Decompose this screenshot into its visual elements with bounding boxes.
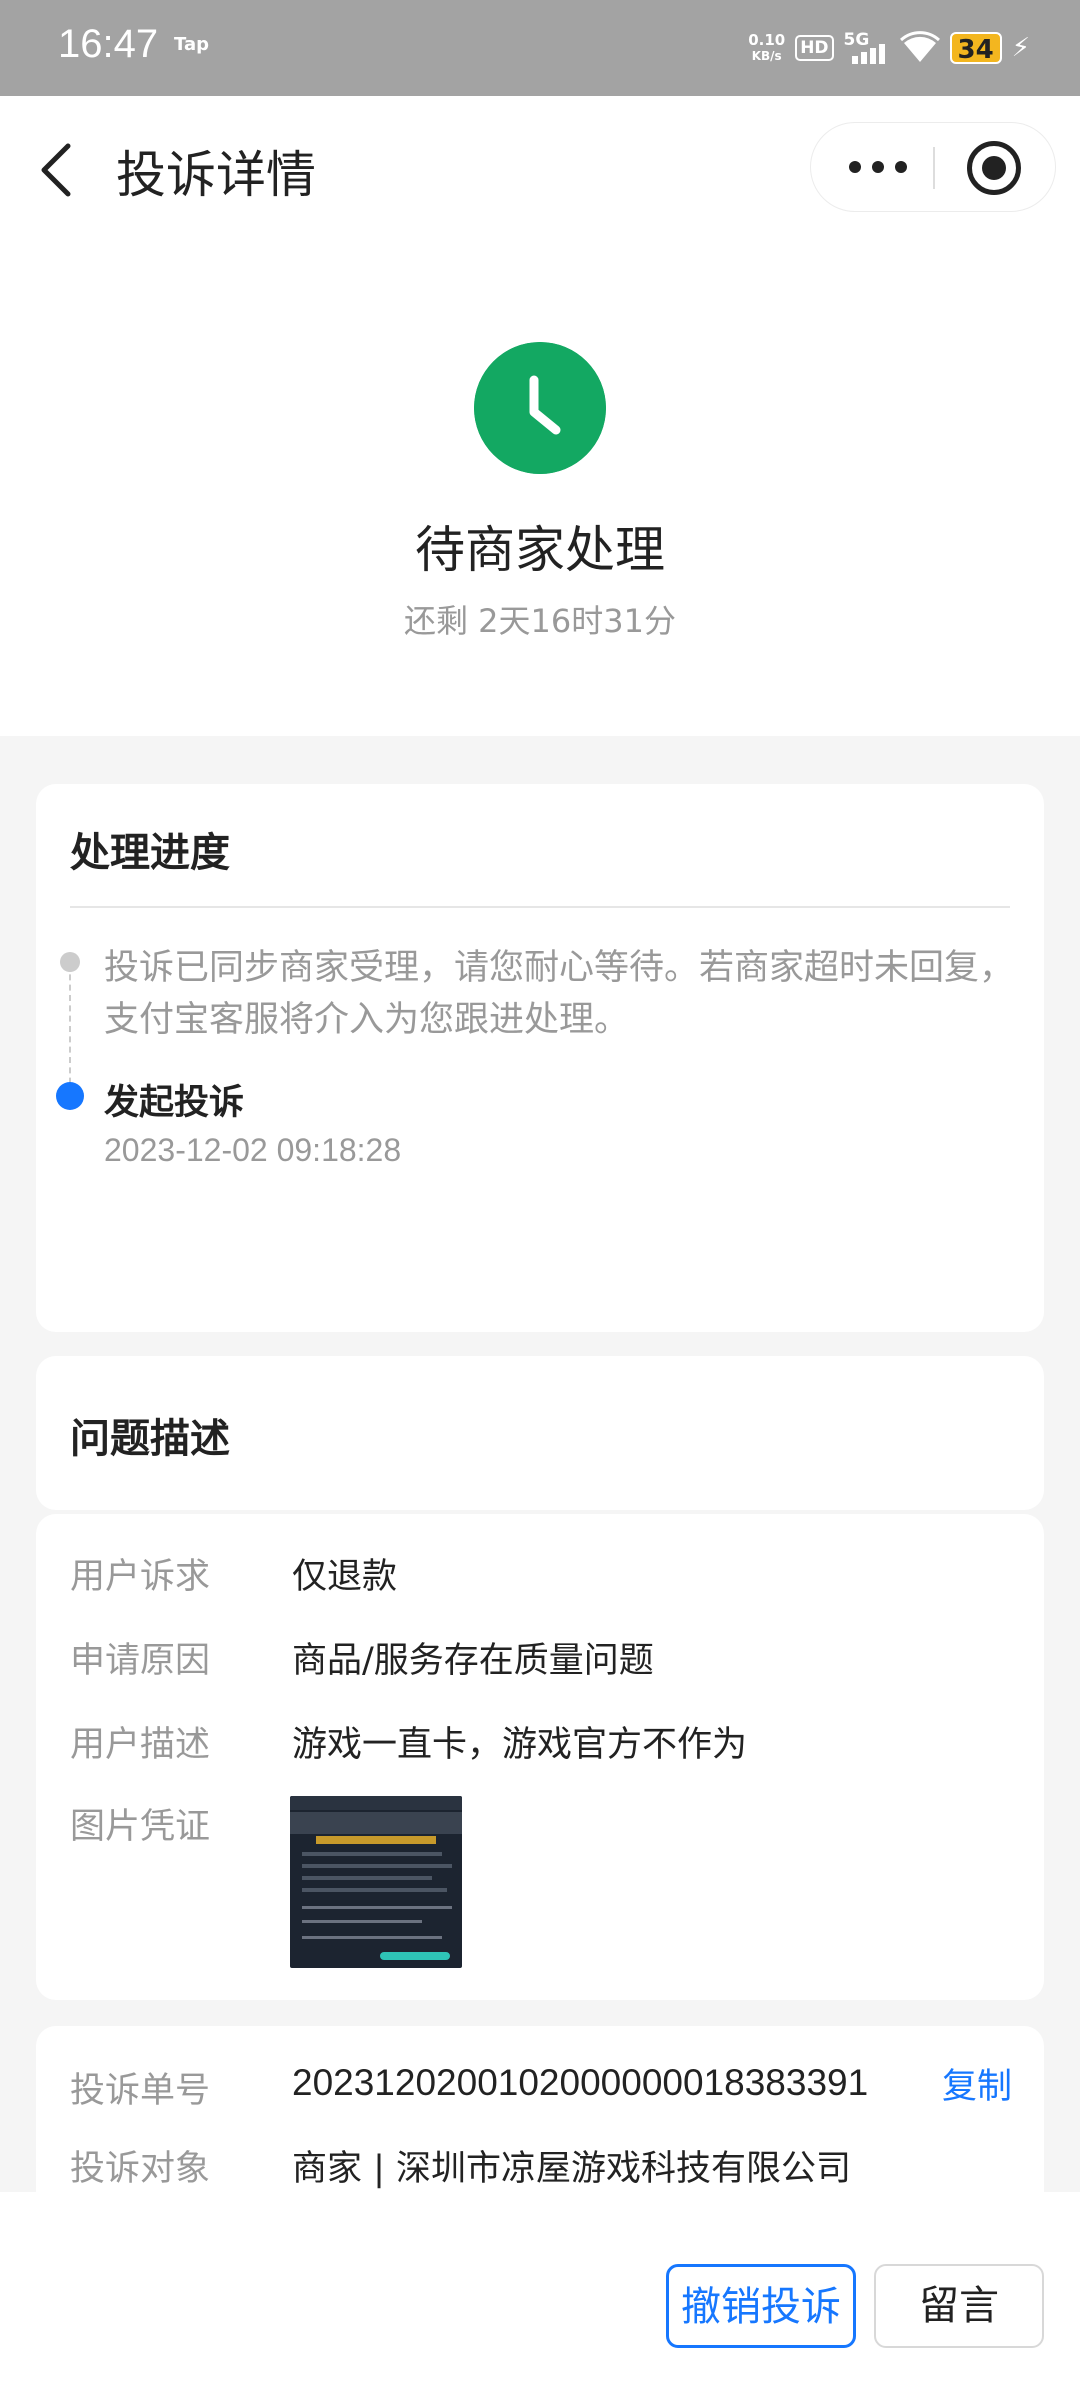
battery-icon: 34	[949, 32, 1002, 65]
page-title: 投诉详情	[116, 146, 316, 204]
charging-icon: ⚡	[1011, 33, 1030, 63]
chevron-left-icon[interactable]	[36, 142, 76, 198]
timeline-dot-active	[56, 1082, 84, 1110]
complaint-target: 商家 | 深圳市凉屋游戏科技有限公司	[292, 2149, 852, 2189]
row-value: 游戏一直卡，游戏官方不作为	[292, 1725, 748, 1765]
carrier-badge: Tap	[174, 34, 209, 55]
timeline-dot-pending	[60, 952, 80, 972]
description-title: 问题描述	[70, 1416, 230, 1462]
timeline-line	[69, 964, 71, 1094]
row-label: 投诉对象	[70, 2149, 211, 2189]
target-circle-icon[interactable]	[967, 141, 1021, 195]
net-speed: 0.10 KB/s	[748, 31, 786, 63]
timeline-message: 投诉已同步商家受理，请您耐心等待。若商家超时未回复，支付宝客服将介入为您跟进处理…	[104, 948, 1015, 1040]
status-bar: 16:47 Tap 0.10 KB/s HD 5G 34 ⚡	[0, 0, 1080, 96]
hd-icon: HD	[795, 35, 834, 61]
mini-program-capsule	[810, 122, 1056, 212]
remaining-time: 还剩 2天16时31分	[404, 602, 676, 640]
capsule-divider	[933, 147, 935, 189]
status-time: 16:47	[58, 22, 159, 66]
copy-button[interactable]: 复制	[942, 2058, 1012, 2109]
row-label: 用户描述	[70, 1725, 211, 1765]
row-label: 图片凭证	[70, 1807, 211, 1847]
evidence-thumbnail[interactable]	[290, 1796, 462, 1968]
row-label: 申请原因	[70, 1641, 211, 1681]
leave-message-button[interactable]: 留言	[874, 2264, 1044, 2348]
more-dots-icon[interactable]	[849, 161, 907, 173]
row-value: 商品/服务存在质量问题	[292, 1641, 654, 1681]
timeline-event-time: 2023-12-02 09:18:28	[104, 1132, 402, 1168]
revoke-complaint-button[interactable]: 撤销投诉	[666, 2264, 856, 2348]
divider	[70, 906, 1010, 908]
row-value: 仅退款	[292, 1557, 398, 1597]
timeline-event: 发起投诉	[104, 1083, 245, 1123]
progress-title: 处理进度	[70, 830, 230, 876]
description-title-card: 问题描述	[36, 1356, 1044, 1510]
clock-icon	[474, 342, 606, 474]
row-label: 用户诉求	[70, 1557, 211, 1597]
progress-card: 处理进度 投诉已同步商家受理，请您耐心等待。若商家超时未回复，支付宝客服将介入为…	[36, 784, 1044, 1332]
bottom-action-bar: 撤销投诉 留言	[0, 2192, 1080, 2404]
status-indicators: 0.10 KB/s HD 5G 34 ⚡	[748, 26, 1030, 70]
complaint-number: 2023120200102000000018383391	[292, 2062, 869, 2103]
signal-5g-icon: 5G	[844, 30, 890, 66]
status-title: 待商家处理	[415, 521, 665, 579]
description-card: 用户诉求 仅退款 申请原因 商品/服务存在质量问题 用户描述 游戏一直卡，游戏官…	[36, 1514, 1044, 2000]
wifi-icon	[899, 31, 940, 62]
row-label: 投诉单号	[70, 2071, 211, 2111]
